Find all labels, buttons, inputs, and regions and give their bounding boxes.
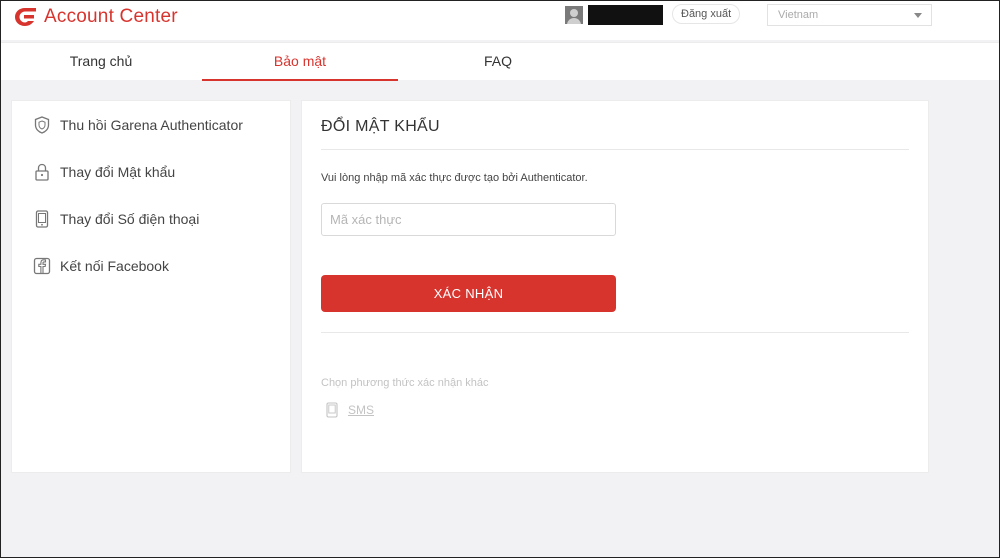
sidebar-item-connect-facebook[interactable]: Kết nối Facebook <box>32 254 282 278</box>
sidebar-item-label: Thay đổi Mật khẩu <box>60 164 176 180</box>
top-header: Account Center Đăng xuất Vietnam <box>0 0 1000 40</box>
tab-security[interactable]: Bảo mật <box>202 43 398 81</box>
brand-title[interactable]: Account Center <box>44 6 178 28</box>
logout-button[interactable]: Đăng xuất <box>672 4 741 24</box>
sidebar-item-label: Thu hồi Garena Authenticator <box>60 117 243 133</box>
sidebar-item-label: Kết nối Facebook <box>60 258 169 274</box>
chevron-down-icon <box>914 13 922 18</box>
tab-faq[interactable]: FAQ <box>398 43 598 81</box>
sidebar-item-label: Thay đổi Số điện thoại <box>60 211 200 227</box>
phone-icon <box>35 210 49 228</box>
sidebar-item-change-password[interactable]: Thay đổi Mật khẩu <box>32 160 282 184</box>
phone-icon <box>326 402 338 418</box>
shield-icon <box>34 116 50 134</box>
garena-logo-icon[interactable] <box>12 5 38 29</box>
language-select-value: Vietnam <box>778 9 819 21</box>
lock-icon <box>35 163 49 181</box>
confirm-button[interactable]: XÁC NHẬN <box>321 275 616 312</box>
facebook-icon <box>33 257 51 275</box>
main-nav: Trang chủ Bảo mật FAQ <box>0 42 1000 81</box>
tab-home[interactable]: Trang chủ <box>0 43 202 81</box>
verification-code-input[interactable] <box>321 203 616 236</box>
sidebar-item-revoke-authenticator[interactable]: Thu hồi Garena Authenticator <box>32 113 282 137</box>
sidebar-item-change-phone[interactable]: Thay đổi Số điện thoại <box>32 207 282 231</box>
username-redacted <box>588 5 663 25</box>
divider <box>321 332 909 333</box>
language-select[interactable]: Vietnam <box>767 4 932 26</box>
avatar[interactable] <box>565 6 583 24</box>
instruction-text: Vui lòng nhập mã xác thực được tạo bởi A… <box>321 172 588 184</box>
divider <box>321 149 909 150</box>
alt-methods-label: Chọn phương thức xác nhận khác <box>321 377 489 389</box>
security-sidebar: Thu hồi Garena Authenticator Thay đổi Mậ… <box>11 100 291 473</box>
sms-option-label: SMS <box>348 403 375 417</box>
change-password-panel: ĐỔI MẬT KHẨU Vui lòng nhập mã xác thực đ… <box>301 100 929 473</box>
page-title: ĐỔI MẬT KHẨU <box>321 118 440 135</box>
sms-option-link[interactable]: SMS <box>321 401 374 419</box>
